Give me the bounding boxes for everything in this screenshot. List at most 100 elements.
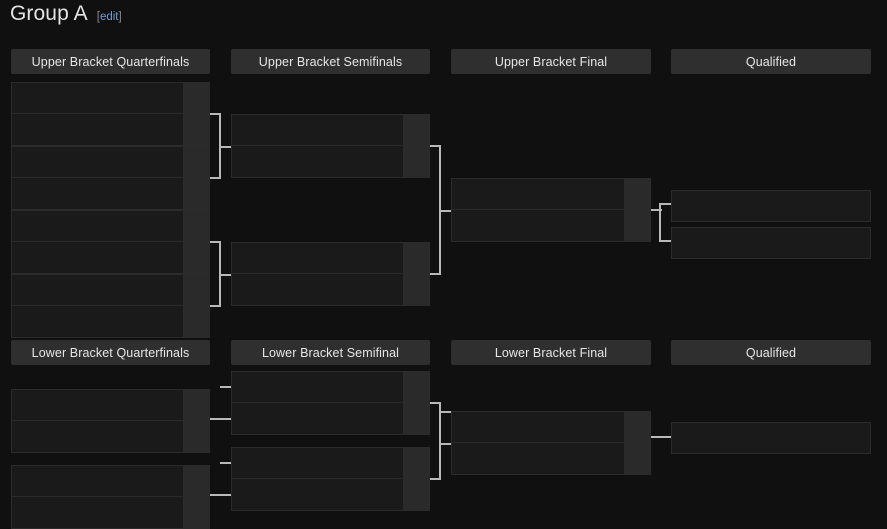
match-rows [231,371,404,435]
match-ubqf-2[interactable] [11,146,210,210]
match-score-column [404,371,430,435]
match-lb-final[interactable] [451,411,651,475]
stage-header-lower-semifinal: Lower Bracket Semifinal [231,340,430,365]
team-row[interactable] [11,178,184,210]
connector-ubsf2-vert-top [219,241,221,276]
match-ubqf-3[interactable] [11,210,210,274]
team-row[interactable] [231,242,404,274]
qualified-slot-upper-1[interactable] [671,190,871,222]
team-row[interactable] [231,371,404,403]
match-score-column [404,242,430,306]
match-lbsf-2[interactable] [231,447,430,511]
stage-header-lower-qualified: Qualified [671,340,871,365]
connector-lbf-in-top [439,411,451,413]
stage-header-lower-quarterfinals: Lower Bracket Quarterfinals [11,340,210,365]
team-row[interactable] [11,146,184,178]
match-rows [231,447,404,511]
stage-header-label: Upper Bracket Semifinals [258,54,403,69]
match-score-column [625,178,651,242]
match-rows [11,274,184,338]
team-row[interactable] [11,242,184,274]
team-row[interactable] [231,447,404,479]
match-score-column [184,274,210,338]
connector-lbqf1-out [210,418,231,420]
stage-header-upper-semifinals: Upper Bracket Semifinals [231,49,430,74]
team-row[interactable] [11,210,184,242]
page-title: Group A [10,2,88,25]
team-row[interactable] [231,274,404,306]
connector-lbf-out [651,436,671,438]
connector-ubsf2-vert-bot [219,273,221,307]
connector-ubf-vert-top [439,145,441,212]
stage-header-label: Upper Bracket Quarterfinals [31,54,190,69]
team-row[interactable] [11,421,184,453]
match-lbqf-1[interactable] [11,389,210,453]
edit-section-link[interactable]: [edit] [97,11,122,23]
match-rows [11,465,184,529]
connector-lbsf2-in-top [220,462,231,464]
match-score-column [184,465,210,529]
team-row[interactable] [11,465,184,497]
match-score-column [404,447,430,511]
stage-header-upper-final: Upper Bracket Final [451,49,651,74]
team-row[interactable] [451,411,625,443]
team-row[interactable] [451,178,625,210]
stage-header-label: Qualified [745,54,797,69]
team-row[interactable] [231,403,404,435]
match-ubsf-2[interactable] [231,242,430,306]
connector-lbqf2-out [210,494,231,496]
qualified-slot-lower-1[interactable] [671,422,871,454]
match-ub-final[interactable] [451,178,651,242]
connector-ubqual-in-top [659,203,671,205]
match-score-column [184,210,210,274]
qualified-slot-upper-2[interactable] [671,227,871,259]
match-ubqf-1[interactable] [11,82,210,146]
team-row[interactable] [11,114,184,146]
stage-header-label: Lower Bracket Quarterfinals [31,345,190,360]
match-rows [11,389,184,453]
team-row[interactable] [11,306,184,338]
match-rows [11,210,184,274]
match-rows [231,114,404,178]
team-row[interactable] [451,443,625,475]
match-rows [451,178,625,242]
match-lbsf-1[interactable] [231,371,430,435]
match-rows [451,411,625,475]
connector-lbf-in-bottom [439,443,451,445]
connector-lbf-vert-top [439,402,441,445]
stage-header-upper-quarterfinals: Upper Bracket Quarterfinals [11,49,210,74]
stage-header-lower-final: Lower Bracket Final [451,340,651,365]
match-lbqf-2[interactable] [11,465,210,529]
team-row[interactable] [451,210,625,242]
match-score-column [404,114,430,178]
stage-header-label: Upper Bracket Final [494,54,608,69]
stage-header-upper-qualified: Qualified [671,49,871,74]
team-row[interactable] [231,114,404,146]
team-row[interactable] [231,146,404,178]
connector-ubqual-in-bottom [659,240,671,242]
team-row[interactable] [11,389,184,421]
match-score-column [184,82,210,146]
team-row[interactable] [11,274,184,306]
connector-lbf-vert-bot [439,443,441,480]
page-header: Group A [edit] [10,2,122,32]
match-rows [11,82,184,146]
team-row[interactable] [11,497,184,529]
match-ubsf-1[interactable] [231,114,430,178]
match-rows [231,242,404,306]
connector-ubqual-vert [659,203,661,241]
connector-ubsf1-vert-top [219,113,221,148]
stage-header-label: Lower Bracket Final [494,345,608,360]
team-row[interactable] [11,82,184,114]
stage-header-label: Qualified [745,345,797,360]
bracket-right: ] [118,11,122,23]
connector-ubf-vert-bot [439,209,441,275]
match-rows [11,146,184,210]
stage-header-label: Lower Bracket Semifinal [261,345,400,360]
match-score-column [184,146,210,210]
connector-ubsf1-vert-bot [219,145,221,179]
edit-link-label[interactable]: edit [100,11,119,23]
connector-lbsf1-in-top [220,386,231,388]
match-ubqf-4[interactable] [11,274,210,338]
team-row[interactable] [231,479,404,511]
